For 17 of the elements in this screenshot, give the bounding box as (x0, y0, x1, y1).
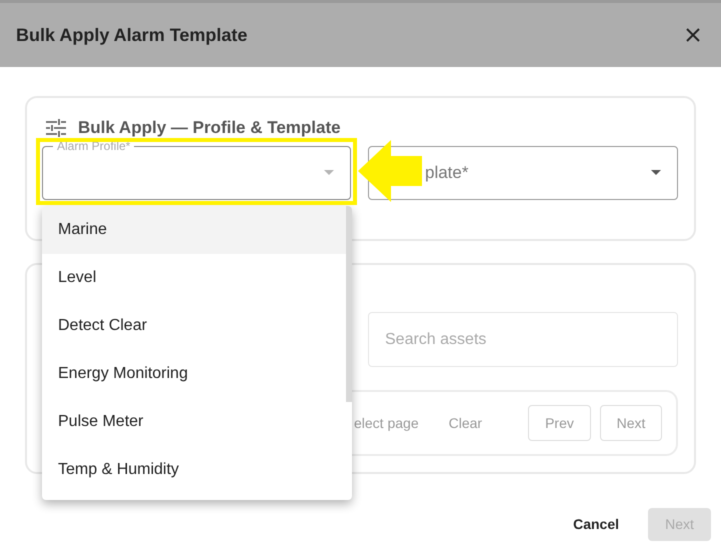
search-field[interactable]: Search assets (368, 312, 678, 367)
menu-item[interactable]: Pulse Meter (42, 398, 346, 446)
menu-item[interactable]: Marine (42, 206, 346, 254)
menu-item[interactable]: Detect Clear (42, 302, 346, 350)
card-title: Bulk Apply — Profile & Template (78, 117, 341, 139)
dropdown-caret-icon (324, 170, 334, 175)
cancel-button[interactable]: Cancel (573, 514, 619, 535)
template-select[interactable]: plate* (368, 146, 678, 200)
menu-item[interactable]: Level (42, 254, 346, 302)
arrow-icon (358, 140, 422, 202)
field-label: plate* (425, 162, 468, 184)
dropdown-caret-icon (651, 170, 661, 175)
menu-item[interactable]: Temp & Humidity (42, 446, 346, 494)
dialog-title: Bulk Apply Alarm Template (16, 24, 248, 47)
close-icon[interactable] (685, 27, 701, 43)
sliders-icon (46, 118, 66, 137)
menu-item[interactable]: Energy Monitoring (42, 350, 346, 398)
